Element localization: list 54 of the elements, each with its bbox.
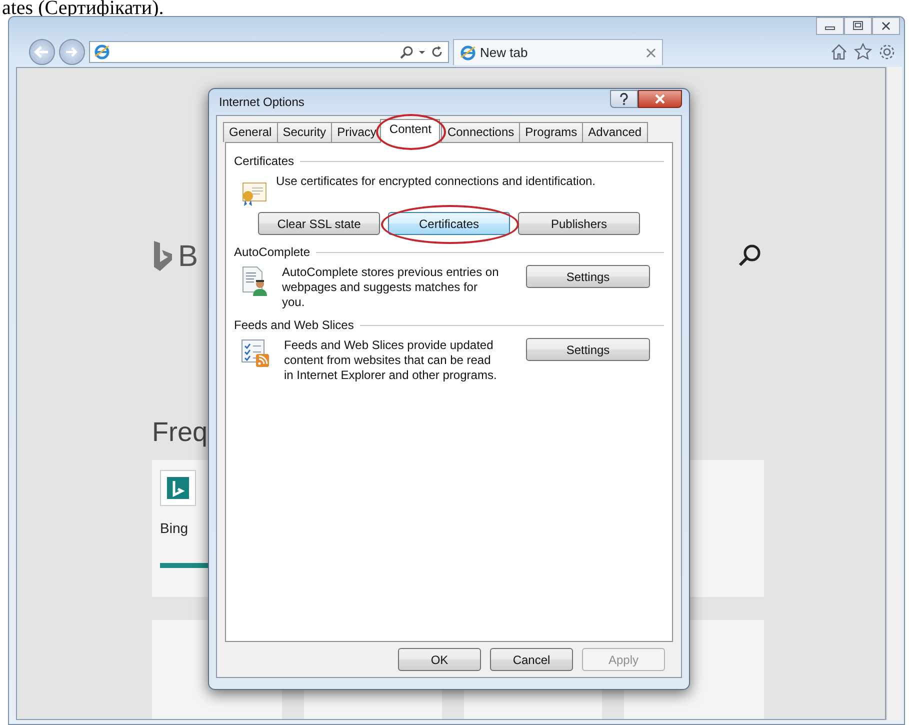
bing-logo-icon <box>152 240 174 272</box>
section-heading: Freq <box>152 416 209 448</box>
back-button[interactable] <box>29 39 55 65</box>
description: AutoComplete stores previous entries on webpages and suggests matches for you. <box>282 265 500 310</box>
group-heading: AutoComplete <box>234 244 310 261</box>
button[interactable]: OK <box>398 648 481 671</box>
forward-arrow-icon <box>65 46 79 58</box>
form-with-person-icon <box>240 265 268 297</box>
tab[interactable]: Advanced <box>582 122 648 142</box>
site-label: Bing <box>160 519 190 538</box>
close-button[interactable] <box>872 17 900 35</box>
tab[interactable]: General <box>223 122 278 142</box>
window-title: Internet Options <box>219 94 304 111</box>
search-icon[interactable] <box>737 243 763 269</box>
home-icon[interactable] <box>830 43 848 61</box>
help-icon <box>619 93 629 105</box>
settings-icon[interactable] <box>878 43 896 61</box>
bing-logo-icon <box>167 477 189 499</box>
description: Feeds and Web Slices provide updated content from websites that can be read in Internet Explorer and other programs. <box>284 338 498 383</box>
tab[interactable]: Programs <box>519 122 584 142</box>
browser-tab[interactable]: New tab <box>453 39 663 65</box>
maximize-button[interactable] <box>844 17 872 35</box>
tab-label: New tab <box>480 44 528 62</box>
scrollbar[interactable] <box>886 67 902 720</box>
document-caption: ates (Сертифікати). <box>1 0 165 16</box>
group-heading: Feeds and Web Slices <box>234 317 354 334</box>
browser-logo-icon <box>460 44 476 60</box>
star-icon[interactable] <box>854 43 872 61</box>
button[interactable]: Settings <box>526 265 650 288</box>
browser-logo-icon <box>94 44 110 60</box>
address-field[interactable] <box>89 41 449 63</box>
certificate-icon <box>240 180 268 208</box>
tab[interactable]: Connections <box>441 122 520 142</box>
description: Use certificates for encrypted connections and identification. <box>276 174 596 189</box>
forward-button[interactable] <box>59 39 85 65</box>
feed-list-icon <box>240 338 270 368</box>
help-button[interactable] <box>610 90 638 108</box>
search-icon[interactable] <box>400 45 414 59</box>
group-heading: Certificates <box>234 153 294 170</box>
button[interactable]: Publishers <box>518 212 640 235</box>
back-arrow-icon <box>34 45 50 59</box>
refresh-icon[interactable] <box>430 45 444 59</box>
tab[interactable]: Privacy <box>331 122 382 142</box>
tab[interactable]: Content <box>380 119 440 143</box>
minimize-button[interactable] <box>816 17 844 35</box>
button[interactable]: Cancel <box>490 648 573 671</box>
tab[interactable]: Security <box>276 122 332 142</box>
button[interactable]: Certificates <box>388 212 510 235</box>
button[interactable]: Clear SSL state <box>258 212 380 235</box>
close-icon <box>654 94 666 104</box>
logo-text: B <box>178 238 198 274</box>
close-tab-icon[interactable] <box>646 48 656 58</box>
button[interactable]: Settings <box>526 338 650 361</box>
close-button[interactable] <box>638 90 682 108</box>
